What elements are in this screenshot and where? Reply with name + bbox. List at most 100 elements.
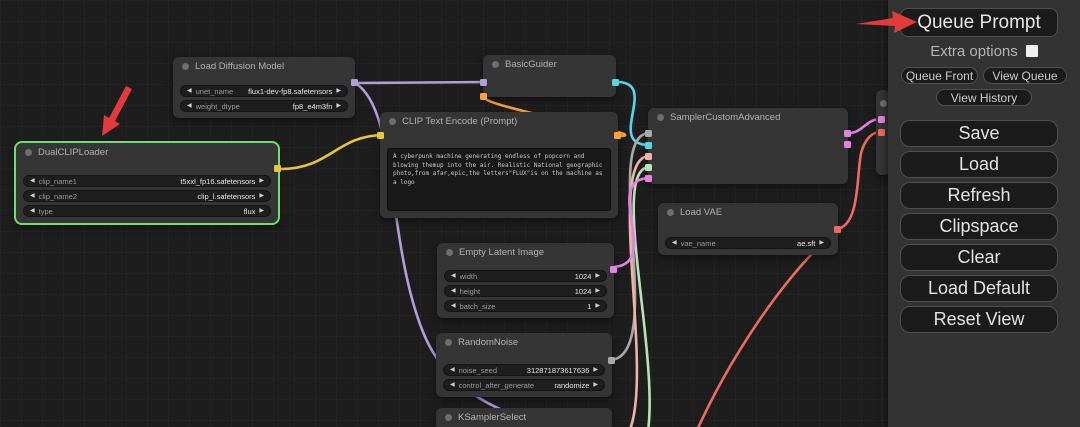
node-title-bar[interactable]: KSamplerSelect: [436, 408, 612, 426]
node-title-bar[interactable]: Load Diffusion Model: [173, 57, 355, 75]
increment-arrow-icon[interactable]: ▶: [593, 382, 598, 388]
collapse-dot-icon[interactable]: [880, 100, 887, 107]
prompt-textarea[interactable]: A cyberpunk machine generating endless o…: [387, 148, 611, 211]
clear-button[interactable]: Clear: [900, 244, 1058, 271]
output-port-denoised-output[interactable]: [844, 141, 851, 148]
node-title-bar[interactable]: Load VAE: [658, 203, 838, 221]
node-basic-guider[interactable]: BasicGuider: [483, 55, 616, 97]
decrement-arrow-icon[interactable]: ◀: [672, 240, 677, 246]
collapse-dot-icon[interactable]: [445, 339, 452, 346]
decrement-arrow-icon[interactable]: ◀: [187, 88, 192, 94]
input-port-sigmas[interactable]: [645, 164, 652, 171]
input-port-sampler[interactable]: [645, 153, 652, 160]
increment-arrow-icon[interactable]: ▶: [595, 273, 600, 279]
save-button[interactable]: Save: [900, 120, 1058, 147]
node-random-noise[interactable]: RandomNoise ◀ noise_seed 312871873617636…: [436, 333, 612, 397]
queue-front-button[interactable]: Queue Front: [901, 67, 978, 84]
increment-arrow-icon[interactable]: ▶: [336, 103, 341, 109]
collapse-dot-icon[interactable]: [25, 149, 32, 156]
widget-value: flux1-dev-fp8.safetensors: [248, 87, 332, 96]
output-port-clip[interactable]: [274, 165, 281, 172]
output-port-latent[interactable]: [610, 266, 617, 273]
collapse-dot-icon[interactable]: [446, 249, 453, 256]
node-ksampler-select[interactable]: KSamplerSelect: [436, 408, 612, 427]
input-port-vae[interactable]: [878, 129, 885, 136]
output-port-noise[interactable]: [608, 357, 615, 364]
decrement-arrow-icon[interactable]: ◀: [450, 382, 455, 388]
widget-clip-name1[interactable]: ◀ clip_name1 t5xxl_fp16.safetensors ▶: [23, 175, 271, 187]
node-title-bar[interactable]: RandomNoise: [436, 333, 612, 351]
widget-clip-name2[interactable]: ◀ clip_name2 clip_l.safetensors ▶: [23, 190, 271, 202]
decrement-arrow-icon[interactable]: ◀: [187, 103, 192, 109]
widget-value: clip_l.safetensors: [197, 192, 255, 201]
node-title-bar[interactable]: BasicGuider: [483, 55, 616, 73]
input-port-clip[interactable]: [377, 132, 384, 139]
output-port-vae[interactable]: [834, 226, 841, 233]
node-load-diffusion-model[interactable]: Load Diffusion Model ◀ unet_name flux1-d…: [173, 57, 355, 118]
collapse-dot-icon[interactable]: [492, 61, 499, 68]
input-port-guider[interactable]: [645, 142, 652, 149]
increment-arrow-icon[interactable]: ▶: [595, 288, 600, 294]
widget-type[interactable]: ◀ type flux ▶: [23, 205, 271, 217]
decrement-arrow-icon[interactable]: ◀: [30, 208, 35, 214]
load-default-button[interactable]: Load Default: [900, 275, 1058, 302]
node-title-bar[interactable]: CLIP Text Encode (Prompt): [380, 112, 618, 130]
increment-arrow-icon[interactable]: ▶: [593, 367, 598, 373]
widget-vae-name[interactable]: ◀ vae_name ae.sft ▶: [665, 237, 831, 249]
widget-value: fp8_e4m3fn: [293, 102, 333, 111]
collapse-dot-icon[interactable]: [389, 118, 396, 125]
collapse-dot-icon[interactable]: [182, 63, 189, 70]
node-sampler-custom-advanced[interactable]: SamplerCustomAdvanced: [648, 108, 848, 184]
extra-options-checkbox[interactable]: [1026, 45, 1038, 57]
collapse-dot-icon[interactable]: [657, 114, 664, 121]
node-title-bar[interactable]: Empty Latent Image: [437, 243, 614, 261]
decrement-arrow-icon[interactable]: ◀: [30, 193, 35, 199]
widget-value: 312871873617636: [527, 366, 590, 375]
node-title-bar[interactable]: SamplerCustomAdvanced: [648, 108, 848, 126]
increment-arrow-icon[interactable]: ▶: [336, 88, 341, 94]
widget-weight-dtype[interactable]: ◀ weight_dtype fp8_e4m3fn ▶: [180, 100, 348, 112]
refresh-button[interactable]: Refresh: [900, 182, 1058, 209]
node-title: KSamplerSelect: [458, 412, 526, 423]
decrement-arrow-icon[interactable]: ◀: [30, 178, 35, 184]
output-port-output[interactable]: [844, 130, 851, 137]
decrement-arrow-icon[interactable]: ◀: [451, 273, 456, 279]
increment-arrow-icon[interactable]: ▶: [595, 303, 600, 309]
node-load-vae[interactable]: Load VAE ◀ vae_name ae.sft ▶: [658, 203, 838, 255]
input-port-noise[interactable]: [645, 130, 652, 137]
widget-unet-name[interactable]: ◀ unet_name flux1-dev-fp8.safetensors ▶: [180, 85, 348, 97]
collapse-dot-icon[interactable]: [667, 209, 674, 216]
increment-arrow-icon[interactable]: ▶: [259, 208, 264, 214]
view-history-button[interactable]: View History: [936, 89, 1032, 106]
load-button[interactable]: Load: [900, 151, 1058, 178]
node-empty-latent-image[interactable]: Empty Latent Image ◀ width 1024 ▶ ◀ heig…: [437, 243, 614, 318]
input-port-model[interactable]: [480, 79, 487, 86]
output-port-conditioning[interactable]: [614, 132, 621, 139]
view-queue-button[interactable]: View Queue: [983, 67, 1067, 84]
node-title: BasicGuider: [505, 59, 557, 70]
node-title-bar[interactable]: DualCLIPLoader: [16, 143, 278, 161]
widget-control-after-generate[interactable]: ◀ control_after_generate randomize ▶: [443, 379, 605, 391]
output-port-guider[interactable]: [612, 79, 619, 86]
output-port-model[interactable]: [351, 79, 358, 86]
decrement-arrow-icon[interactable]: ◀: [451, 288, 456, 294]
widget-batch-size[interactable]: ◀ batch_size 1 ▶: [444, 300, 607, 312]
widget-label: unet_name: [196, 87, 234, 96]
input-port-conditioning[interactable]: [480, 93, 487, 100]
input-port-samples[interactable]: [878, 116, 885, 123]
widget-height[interactable]: ◀ height 1024 ▶: [444, 285, 607, 297]
decrement-arrow-icon[interactable]: ◀: [451, 303, 456, 309]
collapse-dot-icon[interactable]: [445, 414, 452, 421]
clipspace-button[interactable]: Clipspace: [900, 213, 1058, 240]
increment-arrow-icon[interactable]: ▶: [819, 240, 824, 246]
node-dual-clip-loader[interactable]: DualCLIPLoader ◀ clip_name1 t5xxl_fp16.s…: [16, 143, 278, 223]
reset-view-button[interactable]: Reset View: [900, 306, 1058, 333]
widget-noise-seed[interactable]: ◀ noise_seed 312871873617636 ▶: [443, 364, 605, 376]
decrement-arrow-icon[interactable]: ◀: [450, 367, 455, 373]
widget-width[interactable]: ◀ width 1024 ▶: [444, 270, 607, 282]
increment-arrow-icon[interactable]: ▶: [259, 193, 264, 199]
queue-prompt-button[interactable]: Queue Prompt: [900, 8, 1058, 37]
node-clip-text-encode[interactable]: CLIP Text Encode (Prompt) A cyberpunk ma…: [380, 112, 618, 218]
input-port-latent-image[interactable]: [645, 175, 652, 182]
increment-arrow-icon[interactable]: ▶: [259, 178, 264, 184]
